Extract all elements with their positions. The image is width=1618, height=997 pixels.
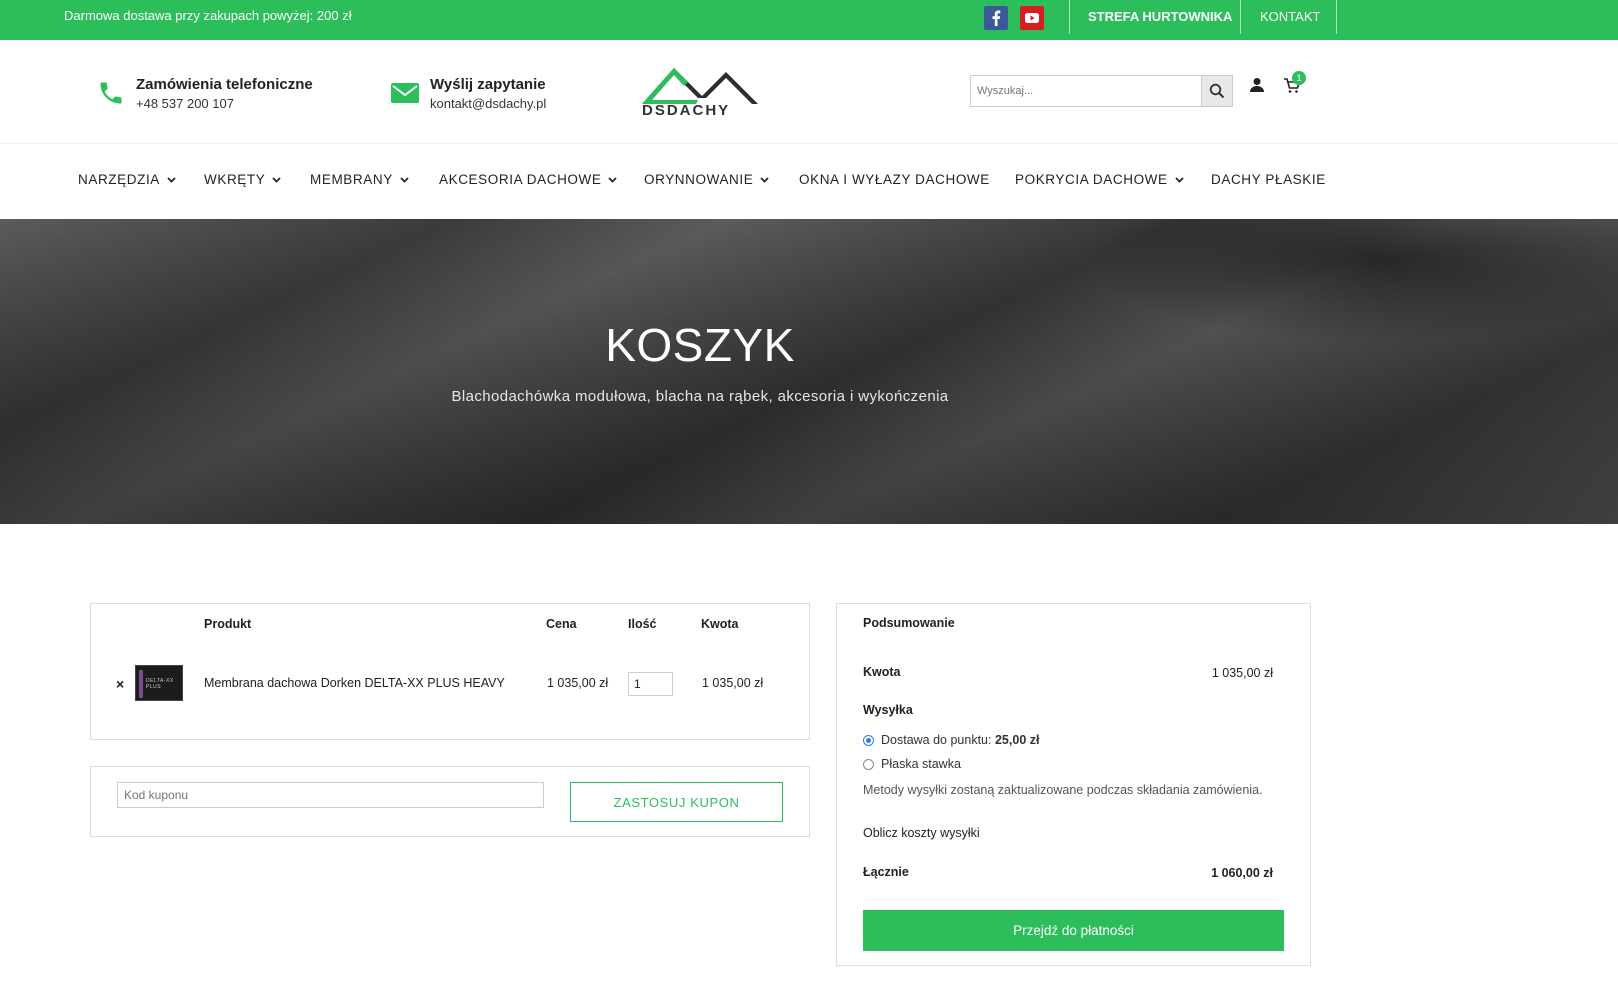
contact-link[interactable]: KONTAKT: [1260, 0, 1320, 34]
shipping-option-label: Płaska stawka: [881, 757, 961, 771]
main-navigation: NARZĘDZIA WKRĘTY MEMBRANY AKCESORIA DACH…: [0, 160, 1618, 200]
phone-number[interactable]: +48 537 200 107: [136, 94, 313, 114]
coupon-code-input[interactable]: [117, 782, 544, 808]
page-subtitle: Blachodachówka modułowa, blacha na rąbek…: [451, 388, 949, 405]
search-button[interactable]: [1201, 76, 1232, 106]
email-address[interactable]: kontakt@dsdachy.pl: [430, 94, 546, 114]
chevron-down-icon: [167, 177, 176, 183]
nav-label: NARZĘDZIA: [78, 172, 160, 187]
product-name-link[interactable]: Membrana dachowa Dorken DELTA-XX PLUS HE…: [204, 676, 505, 690]
shipping-label: Wysyłka: [863, 703, 913, 717]
youtube-icon[interactable]: [1020, 6, 1044, 30]
proceed-to-checkout-button[interactable]: Przejdź do płatności: [863, 910, 1284, 951]
logo-text: DSDACHY: [642, 102, 731, 119]
shipping-option-flat-rate[interactable]: Płaska stawka: [863, 757, 961, 771]
column-header-qty: Ilość: [628, 617, 657, 631]
shipping-note: Metody wysyłki zostaną zaktualizowane po…: [863, 783, 1263, 797]
thumbnail-stripe: [139, 670, 143, 698]
chevron-down-icon: [400, 177, 409, 183]
shipping-option-pickup-point[interactable]: Dostawa do punktu: 25,00 zł: [863, 733, 1039, 747]
nav-label: MEMBRANY: [310, 172, 393, 187]
wholesale-zone-link[interactable]: STREFA HURTOWNIKA: [1088, 0, 1232, 34]
quantity-input[interactable]: 1: [628, 672, 673, 696]
chevron-down-icon: [1175, 177, 1184, 183]
nav-label: DACHY PŁASKIE: [1211, 172, 1326, 187]
phone-contact[interactable]: Zamówienia telefoniczne +48 537 200 107: [96, 76, 313, 114]
nav-label: POKRYCIA DACHOWE: [1015, 172, 1168, 187]
product-price: 1 035,00 zł: [547, 676, 609, 690]
nav-item-okna-i-wylazy[interactable]: OKNA I WYŁAZY DACHOWE: [799, 160, 990, 200]
subtotal-label: Kwota: [863, 665, 901, 679]
nav-item-dachy-plaskie[interactable]: DACHY PŁASKIE: [1211, 160, 1326, 200]
search-input[interactable]: [971, 76, 1201, 106]
column-header-price: Cena: [546, 617, 577, 631]
phone-icon: [96, 78, 126, 108]
nav-item-narzedzia[interactable]: NARZĘDZIA: [78, 160, 176, 200]
topbar-divider: [1336, 0, 1337, 34]
shipping-option-label: Dostawa do punktu:: [881, 733, 992, 747]
apply-coupon-button[interactable]: ZASTOSUJ KUPON: [570, 782, 783, 822]
nav-label: ORYNNOWANIE: [644, 172, 754, 187]
search-box: [970, 75, 1233, 107]
column-header-product: Produkt: [204, 617, 252, 631]
nav-label: OKNA I WYŁAZY DACHOWE: [799, 172, 990, 187]
topbar-divider: [1240, 0, 1241, 34]
radio-selected-icon[interactable]: [863, 734, 874, 746]
summary-title: Podsumowanie: [863, 616, 955, 630]
nav-item-membrany[interactable]: MEMBRANY: [310, 160, 409, 200]
facebook-icon[interactable]: [984, 6, 1008, 30]
calculate-shipping-link[interactable]: Oblicz koszty wysyłki: [863, 826, 980, 840]
nav-label: WKRĘTY: [204, 172, 266, 187]
remove-item-button[interactable]: ×: [116, 676, 124, 692]
email-title: Wyślij zapytanie: [430, 76, 546, 93]
header-divider: [0, 143, 1618, 144]
cart-count-badge: 1: [1292, 71, 1306, 85]
total-value: 1 060,00 zł: [1211, 866, 1273, 880]
radio-empty-icon[interactable]: [863, 758, 874, 770]
user-account-icon[interactable]: [1249, 77, 1265, 93]
shipping-option-price: 25,00 zł: [994, 733, 1040, 747]
top-bar: Darmowa dostawa przy zakupach powyżej: 2…: [0, 0, 1618, 40]
thumbnail-text: DELTA-XX PLUS: [146, 678, 174, 690]
topbar-divider: [1069, 0, 1070, 34]
product-amount: 1 035,00 zł: [702, 676, 764, 690]
subtotal-value: 1 035,00 zł: [1211, 666, 1273, 680]
email-contact[interactable]: Wyślij zapytanie kontakt@dsdachy.pl: [390, 76, 546, 114]
free-shipping-promo: Darmowa dostawa przy zakupach powyżej: 2…: [64, 8, 352, 23]
nav-item-wkrety[interactable]: WKRĘTY: [204, 160, 281, 200]
nav-label: AKCESORIA DACHOWE: [439, 172, 602, 187]
nav-item-pokrycia-dachowe[interactable]: POKRYCIA DACHOWE: [1015, 160, 1184, 200]
phone-title: Zamówienia telefoniczne: [136, 76, 313, 93]
search-icon: [1209, 83, 1225, 99]
chevron-down-icon: [272, 177, 281, 183]
page-title: KOSZYK: [605, 319, 795, 371]
nav-item-akcesoria-dachowe[interactable]: AKCESORIA DACHOWE: [439, 160, 618, 200]
envelope-icon: [390, 78, 420, 108]
column-header-amount: Kwota: [701, 617, 739, 631]
product-thumbnail[interactable]: DELTA-XX PLUS: [135, 665, 183, 701]
chevron-down-icon: [608, 177, 618, 183]
total-label: Łącznie: [863, 865, 909, 879]
chevron-down-icon: [760, 177, 770, 183]
nav-item-orynnowanie[interactable]: ORYNNOWANIE: [644, 160, 770, 200]
